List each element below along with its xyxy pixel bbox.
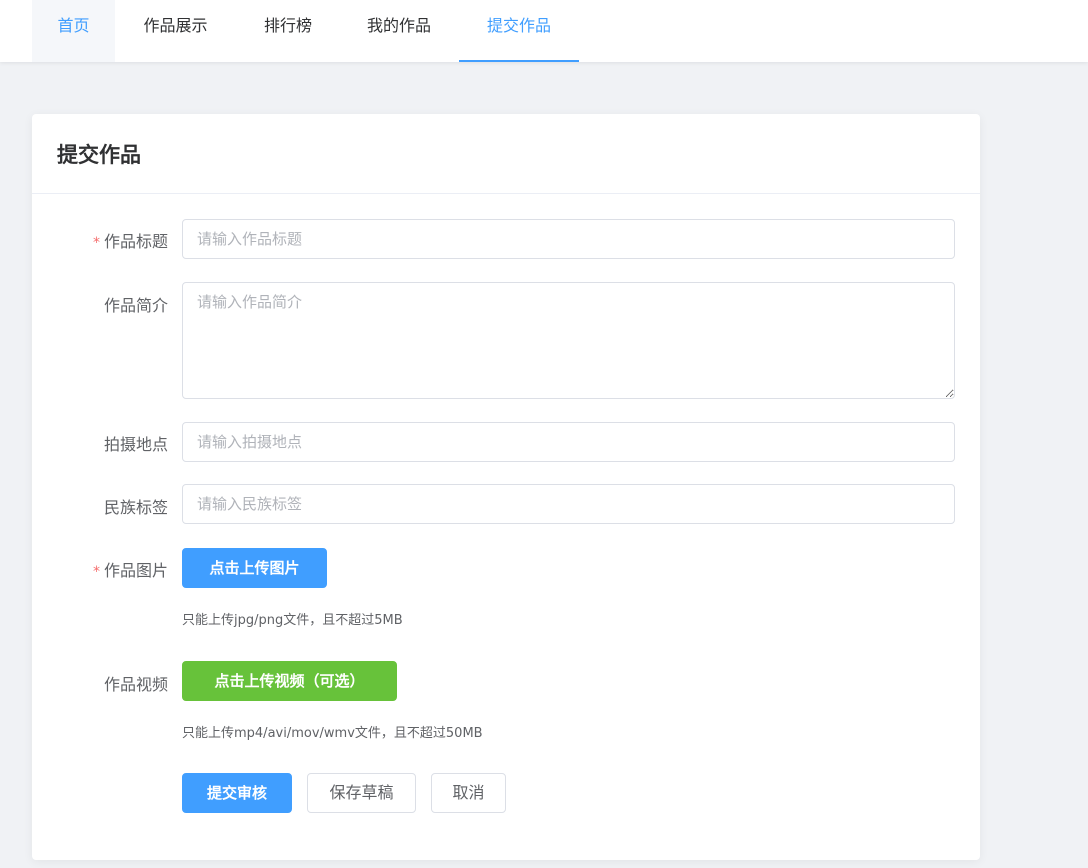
nav-item-my-works[interactable]: 我的作品	[349, 0, 449, 62]
upload-video-button[interactable]: 点击上传视频（可选）	[182, 661, 397, 701]
title-label: * 作品标题	[92, 232, 168, 251]
intro-label: 作品简介	[103, 296, 168, 315]
ethnic-tag-label: 民族标签	[103, 498, 168, 517]
location-label: 拍摄地点	[103, 435, 168, 454]
location-input[interactable]	[182, 422, 955, 462]
submit-review-button[interactable]: 提交审核	[182, 773, 292, 813]
page-title: 提交作品	[57, 143, 141, 167]
submit-work-card: 提交作品 *作品标题 作品简介 拍摄地点 民族标签 *作品图片 点击上传图片 只…	[32, 114, 980, 860]
nav-item-rankings[interactable]: 排行榜	[245, 0, 331, 62]
cancel-button[interactable]: 取消	[431, 773, 506, 813]
save-draft-button[interactable]: 保存草稿	[307, 773, 416, 813]
intro-textarea[interactable]	[182, 282, 955, 399]
card-header: 提交作品	[32, 114, 980, 194]
nav-item-works-showcase[interactable]: 作品展示	[124, 0, 227, 62]
video-label: 作品视频	[103, 675, 168, 694]
required-mark: *	[92, 235, 100, 251]
image-upload-tip: 只能上传jpg/png文件，且不超过5MB	[182, 613, 403, 628]
title-input[interactable]	[182, 219, 955, 259]
nav-item-submit-work[interactable]: 提交作品	[459, 0, 579, 62]
image-label: * 作品图片	[92, 561, 168, 580]
nav-item-home[interactable]: 首页	[32, 0, 115, 62]
top-navigation: 首页 作品展示 排行榜 我的作品 提交作品	[0, 0, 1088, 62]
ethnic-tag-input[interactable]	[182, 484, 955, 524]
required-mark: *	[92, 564, 100, 580]
upload-image-button[interactable]: 点击上传图片	[182, 548, 327, 588]
video-upload-tip: 只能上传mp4/avi/mov/wmv文件，且不超过50MB	[182, 726, 483, 741]
